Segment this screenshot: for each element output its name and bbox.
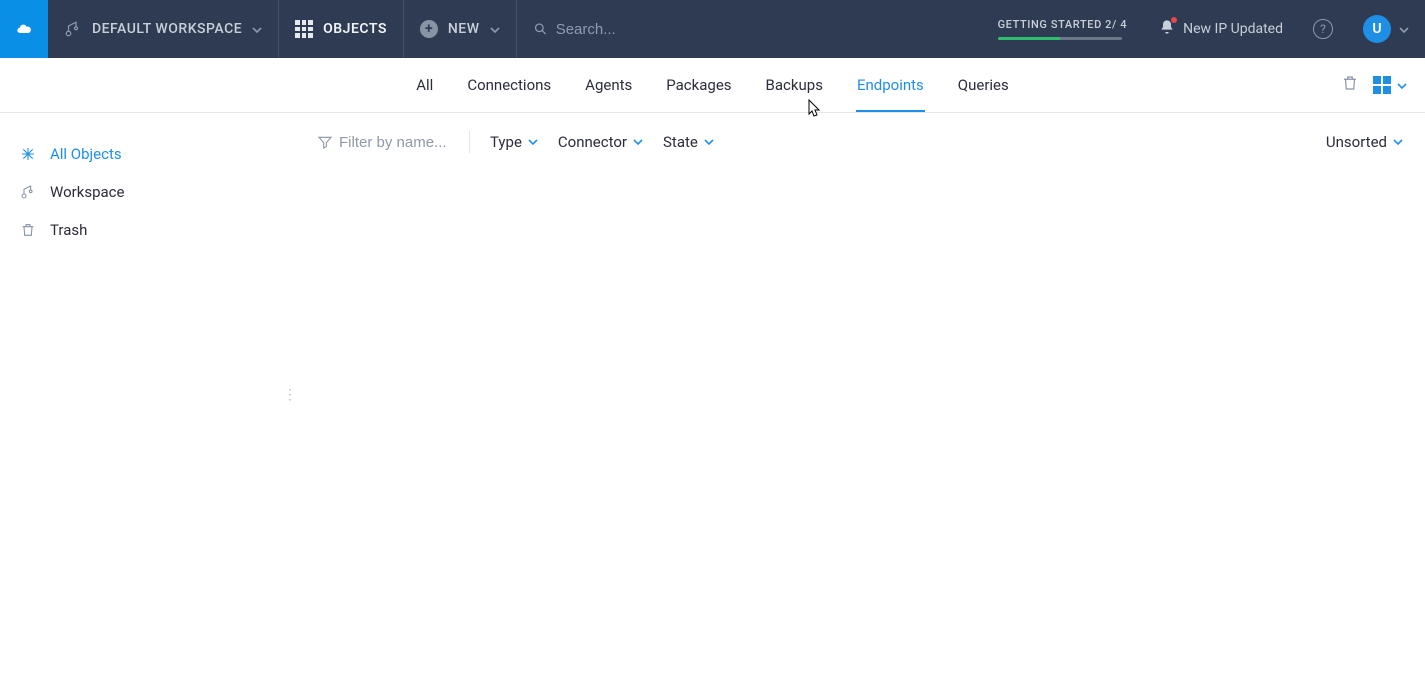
user-menu[interactable]: U	[1347, 15, 1425, 43]
trash-button[interactable]	[1341, 74, 1359, 96]
topbar-right: GETTING STARTED 2/ 4 New IP Updated ? U	[982, 0, 1425, 58]
notification-text: New IP Updated	[1183, 21, 1283, 37]
help-button[interactable]: ?	[1299, 19, 1347, 39]
new-button[interactable]: + NEW	[404, 0, 517, 58]
content-area: All Objects Workspace Trash ⋮ Type Conne…	[0, 113, 1425, 681]
bell-icon	[1159, 19, 1175, 39]
chevron-down-icon	[1393, 133, 1403, 151]
grid-view-icon	[1373, 76, 1391, 94]
chevron-down-icon	[1397, 76, 1407, 95]
sidebar: All Objects Workspace Trash ⋮	[0, 113, 295, 681]
tab-all[interactable]: All	[416, 59, 433, 111]
filter-type[interactable]: Type	[490, 133, 538, 151]
workspace-icon	[64, 20, 82, 38]
search-input[interactable]	[556, 21, 966, 38]
new-label: NEW	[448, 21, 480, 37]
filter-label: State	[663, 133, 698, 151]
filter-bar: Type Connector State Unsorted	[317, 131, 1403, 153]
notification-button[interactable]: New IP Updated	[1143, 19, 1299, 39]
top-bar: DEFAULT WORKSPACE OBJECTS + NEW GETTING …	[0, 0, 1425, 58]
sort-label: Unsorted	[1326, 133, 1387, 151]
filter-connector[interactable]: Connector	[558, 133, 643, 151]
view-switcher[interactable]	[1373, 76, 1407, 95]
search-icon	[533, 21, 548, 37]
sidebar-item-label: Trash	[50, 221, 87, 239]
getting-started-label: GETTING STARTED 2/ 4	[998, 18, 1128, 31]
workspace-label: DEFAULT WORKSPACE	[92, 21, 242, 37]
plus-circle-icon: +	[420, 20, 438, 38]
chevron-down-icon	[1399, 20, 1409, 39]
global-search[interactable]	[517, 0, 982, 58]
tab-queries[interactable]: Queries	[958, 59, 1009, 111]
getting-started-widget[interactable]: GETTING STARTED 2/ 4	[982, 18, 1144, 40]
tab-packages[interactable]: Packages	[666, 59, 731, 111]
avatar: U	[1363, 15, 1391, 43]
tab-endpoints[interactable]: Endpoints	[857, 59, 924, 111]
star-icon	[20, 146, 38, 162]
chevron-down-icon	[252, 20, 262, 39]
tab-agents[interactable]: Agents	[585, 59, 632, 111]
chevron-down-icon	[633, 133, 643, 151]
app-logo[interactable]	[0, 0, 48, 58]
sidebar-item-trash[interactable]: Trash	[16, 211, 279, 249]
filter-icon	[317, 134, 333, 150]
sort-button[interactable]: Unsorted	[1326, 133, 1403, 151]
sidebar-item-workspace[interactable]: Workspace	[16, 173, 279, 211]
object-type-tabs: All Connections Agents Packages Backups …	[0, 58, 1425, 113]
tab-connections[interactable]: Connections	[467, 59, 551, 111]
workspace-icon	[20, 184, 38, 200]
help-icon: ?	[1313, 19, 1333, 39]
grid-icon	[295, 20, 313, 38]
chevron-down-icon	[704, 133, 714, 151]
trash-icon	[20, 222, 38, 238]
chevron-down-icon	[490, 20, 500, 39]
main-panel: Type Connector State Unsorted	[295, 113, 1425, 681]
filter-by-name[interactable]	[317, 134, 449, 151]
filter-name-input[interactable]	[339, 134, 449, 151]
filter-label: Type	[490, 133, 522, 151]
filter-label: Connector	[558, 133, 627, 151]
sidebar-resize-handle[interactable]: ⋮	[283, 387, 298, 403]
cloud-icon	[16, 16, 32, 42]
notification-dot	[1171, 17, 1177, 23]
nav-objects[interactable]: OBJECTS	[279, 0, 404, 58]
filter-state[interactable]: State	[663, 133, 714, 151]
workspace-switcher[interactable]: DEFAULT WORKSPACE	[48, 0, 279, 58]
sidebar-item-all-objects[interactable]: All Objects	[16, 135, 279, 173]
tab-backups[interactable]: Backups	[766, 59, 823, 111]
nav-objects-label: OBJECTS	[323, 21, 387, 37]
sidebar-item-label: Workspace	[50, 183, 124, 201]
chevron-down-icon	[528, 133, 538, 151]
divider	[469, 131, 470, 153]
progress-bar	[998, 37, 1122, 40]
sidebar-item-label: All Objects	[50, 145, 122, 163]
